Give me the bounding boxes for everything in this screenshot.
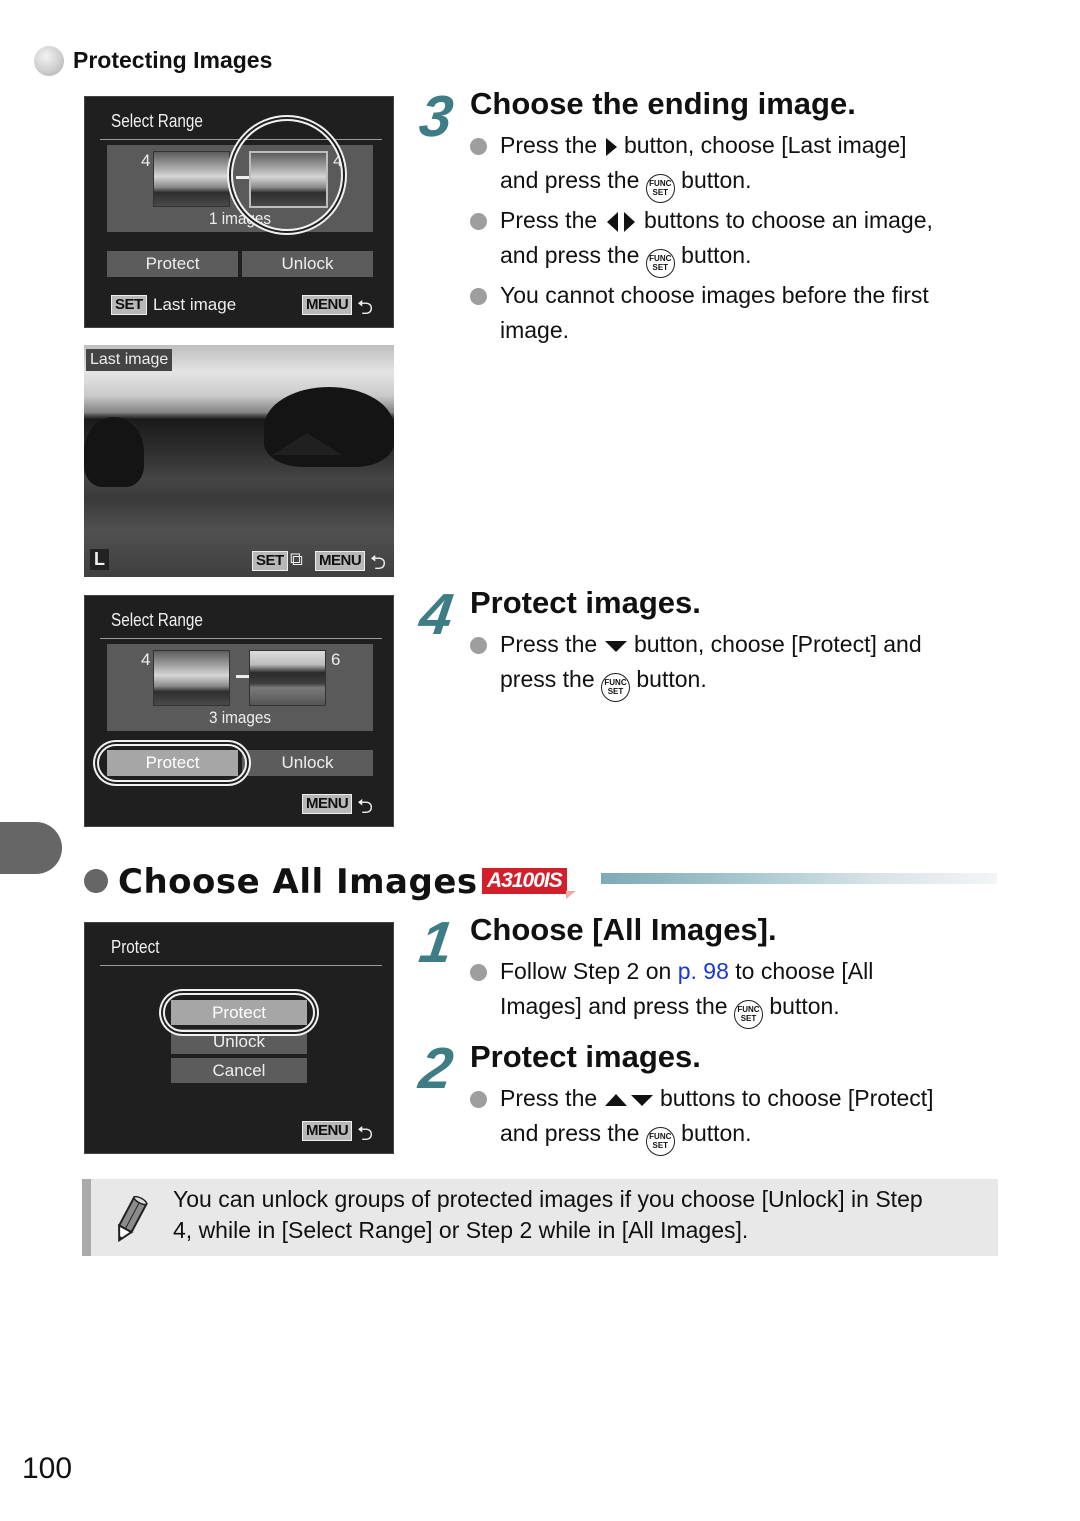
last-image-overlay: Last image (86, 349, 173, 371)
func-set-icon: FUNC SET (601, 673, 630, 702)
section-title: Protecting Images (73, 47, 273, 73)
bullet-dot-icon (470, 213, 487, 230)
note-text: You can unlock groups of protected image… (173, 1186, 923, 1243)
pencil-icon (117, 1195, 148, 1243)
range-dash (236, 675, 249, 678)
func-set-icon: FUNC SET (645, 249, 675, 278)
step-title: Protect images. (470, 585, 701, 620)
step-number-2: 2 (415, 1036, 457, 1101)
start-image-number: 4 (141, 151, 151, 170)
page-number: 100 (22, 1452, 73, 1485)
set-action-label: Last image (153, 295, 237, 314)
badge-corner-icon (566, 891, 576, 899)
highlight-outline (97, 744, 247, 782)
screen-title: Select Range (111, 111, 203, 131)
end-thumbnail[interactable] (249, 650, 326, 706)
divider (100, 638, 382, 639)
camera-screen-select-range-protect: Select Range 4 6 3 images Protect Unlock… (84, 595, 394, 827)
unlock-option[interactable]: Unlock (171, 1029, 307, 1054)
highlight-circle (231, 119, 343, 231)
section-title: Choose All Images (118, 862, 478, 902)
cancel-option[interactable]: Cancel (171, 1058, 307, 1083)
tree-shape (264, 387, 394, 467)
return-icon: ⮌ (357, 796, 374, 818)
camera-screen-protect-all: Protect Protect Unlock Cancel MENU ⮌ (84, 922, 394, 1154)
up-down-arrows-icon (604, 1093, 653, 1106)
page-reference-link[interactable]: p. 98 (678, 958, 729, 984)
start-image-number: 4 (141, 650, 151, 669)
step3-bullets: Press the button, choose [Last image] an… (470, 128, 1010, 348)
menu-key-icon: MENU (302, 794, 353, 814)
bullet-dot-icon (470, 1091, 487, 1108)
screen-title: Select Range (111, 610, 203, 630)
divider (100, 139, 382, 140)
bullet-dot-icon (470, 964, 487, 981)
jump-icon: ⧉ (290, 549, 303, 569)
bullet-item: Press the button, choose [Last image] an… (470, 128, 1010, 203)
step-title: Protect images. (470, 1039, 701, 1074)
protect-button[interactable]: Protect (107, 251, 238, 277)
return-icon: ⮌ (357, 1123, 374, 1145)
model-badge: A3100IS (482, 868, 567, 894)
menu-key-icon: MENU (315, 551, 366, 571)
bullet-item: Press the buttons to choose an image, an… (470, 203, 1010, 278)
func-set-icon: FUNC SET (645, 174, 675, 203)
start-thumbnail[interactable] (153, 650, 230, 706)
bullet-item: You cannot choose images before the firs… (470, 278, 1010, 348)
divider (100, 965, 382, 966)
return-icon: ⮌ (370, 552, 387, 574)
section-bullet-icon (84, 869, 108, 893)
func-set-icon: FUNC SET (645, 1127, 675, 1156)
step2-bullets: Press the buttons to choose [Protect] an… (470, 1081, 1010, 1156)
step1-bullets: Follow Step 2 on p. 98 to choose [All Im… (470, 954, 1010, 1029)
section-bullet-icon (34, 46, 64, 76)
section-gradient-bar (601, 873, 997, 884)
unlock-button[interactable]: Unlock (242, 750, 373, 776)
menu-key-icon: MENU (302, 295, 353, 315)
right-arrow-icon (605, 137, 617, 156)
bullet-dot-icon (470, 288, 487, 305)
set-key-icon: SET (252, 551, 288, 571)
bullet-item: Press the button, choose [Protect] and p… (470, 627, 1010, 702)
camera-screen-select-range: Select Range 4 4 1 images Protect Unlock… (84, 96, 394, 328)
bullet-item: Press the buttons to choose [Protect] an… (470, 1081, 1010, 1156)
left-right-arrows-icon (606, 211, 635, 232)
chapter-side-tab (0, 822, 62, 874)
func-set-icon: FUNC SET (733, 1000, 763, 1029)
step-number-1: 1 (415, 910, 457, 975)
bullet-dot-icon (470, 637, 487, 654)
step4-bullets: Press the button, choose [Protect] and p… (470, 627, 1010, 702)
range-panel: 4 6 3 images (107, 644, 373, 731)
bullet-dot-icon (470, 138, 487, 155)
step-number-3: 3 (415, 84, 457, 149)
down-arrow-icon (604, 640, 627, 652)
return-icon: ⮌ (357, 297, 374, 319)
tree-shape (84, 417, 144, 487)
end-image-number: 6 (331, 650, 341, 669)
bullet-item: Follow Step 2 on p. 98 to choose [All Im… (470, 954, 1010, 1029)
image-count: 3 images (208, 708, 272, 727)
step-title: Choose [All Images]. (470, 912, 777, 947)
image-size-icon: L (90, 549, 109, 570)
step-title: Choose the ending image. (470, 86, 856, 121)
unlock-button[interactable]: Unlock (242, 251, 373, 277)
screen-title: Protect (111, 937, 160, 957)
start-thumbnail[interactable] (153, 151, 230, 207)
set-key-icon: SET (111, 295, 147, 315)
note-box: You can unlock groups of protected image… (82, 1179, 998, 1256)
camera-screen-last-image-photo: Last image L SET ⧉ MENU ⮌ (84, 345, 394, 577)
menu-key-icon: MENU (302, 1121, 353, 1141)
step-number-4: 4 (415, 582, 457, 647)
highlight-outline (163, 993, 315, 1032)
